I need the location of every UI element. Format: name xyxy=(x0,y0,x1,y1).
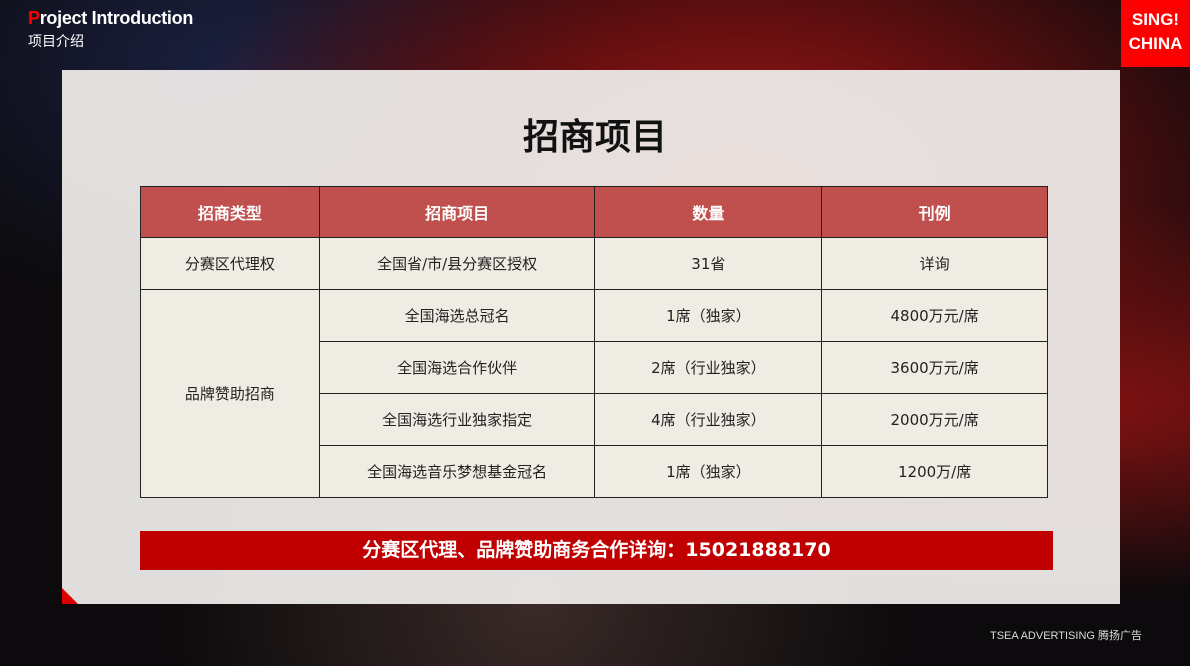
quantity-cell: 2席（行业独家） xyxy=(594,341,823,394)
contact-bar: 分赛区代理、品牌赞助商务合作详询：15021888170 xyxy=(140,531,1053,570)
table-row: 分赛区代理权 全国省/市/县分赛区授权 31省 详询 xyxy=(140,237,1048,290)
item-cell: 全国海选音乐梦想基金冠名 xyxy=(318,445,596,498)
logo-line1: SING! xyxy=(1131,10,1180,29)
price-cell: 详询 xyxy=(821,237,1048,290)
quantity-cell: 31省 xyxy=(594,237,823,290)
footer-brand: TSEA ADVERTISING 腾扬广告 xyxy=(990,630,1142,642)
item-cell: 全国海选合作伙伴 xyxy=(318,341,596,394)
col-header: 数量 xyxy=(594,186,823,238)
col-header: 招商项目 xyxy=(318,186,596,238)
logo-line2: CHINA xyxy=(1128,34,1183,53)
col-header: 招商类型 xyxy=(140,186,320,238)
item-cell: 全国省/市/县分赛区授权 xyxy=(318,237,596,290)
table-row: 品牌赞助招商 全国海选总冠名 1席（独家） 4800万元/席 xyxy=(140,289,1048,498)
title-initial: P xyxy=(28,8,40,28)
quantity-cell: 4席（行业独家） xyxy=(594,393,823,446)
table-header-row: 招商类型 招商项目 数量 刊例 xyxy=(140,186,1048,238)
section-header: Project Introduction 项目介绍 xyxy=(28,8,193,51)
page-title: 招商项目 xyxy=(522,117,667,158)
item-cell: 全国海选总冠名 xyxy=(318,289,596,342)
corner-accent xyxy=(62,588,78,604)
section-title-cn: 项目介绍 xyxy=(28,34,84,50)
price-cell: 2000万元/席 xyxy=(821,393,1048,446)
price-cell: 4800万元/席 xyxy=(821,289,1048,342)
title-rest: roject Introduction xyxy=(39,8,194,28)
type-cell: 品牌赞助招商 xyxy=(140,289,320,498)
price-cell: 3600万元/席 xyxy=(821,341,1048,394)
item-cell: 全国海选行业独家指定 xyxy=(318,393,596,446)
sing-china-logo: SING! CHINA xyxy=(1121,0,1190,67)
section-title-en: Project Introduction xyxy=(28,8,193,29)
col-header: 刊例 xyxy=(821,186,1048,238)
quantity-cell: 1席（独家） xyxy=(594,289,823,342)
sponsorship-table: 招商类型 招商项目 数量 刊例 分赛区代理权 全国省/市/县分赛区授权 31省 … xyxy=(140,186,1048,498)
type-cell: 分赛区代理权 xyxy=(140,237,320,290)
price-cell: 1200万/席 xyxy=(821,445,1048,498)
quantity-cell: 1席（独家） xyxy=(594,445,823,498)
